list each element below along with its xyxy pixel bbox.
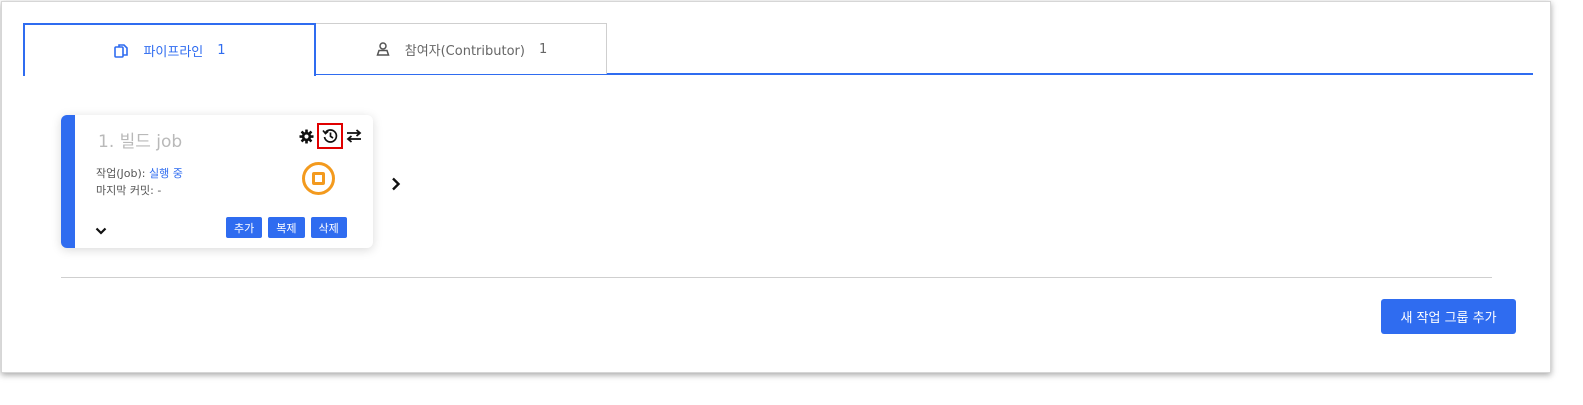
job-status-line: 작업(Job): 실행 중 xyxy=(96,165,183,182)
job-card: 1. 빌드 job 작업(Job): 실행 중 마지막 커밋: - 추가 복제 … xyxy=(61,115,373,248)
tab-contributor[interactable]: 참여자(Contributor) 1 xyxy=(315,23,607,74)
stop-square xyxy=(312,172,325,185)
section-divider xyxy=(61,277,1492,278)
chevron-down-icon[interactable] xyxy=(95,221,109,235)
tab-contributor-count: 1 xyxy=(538,41,548,57)
history-icon[interactable] xyxy=(317,123,343,149)
commit-value: - xyxy=(157,184,162,197)
delete-job-button[interactable]: 삭제 xyxy=(310,217,347,238)
job-tools xyxy=(296,123,364,149)
job-title: 1. 빌드 job xyxy=(98,132,183,152)
tab-pipeline-count: 1 xyxy=(217,43,226,58)
tab-contributor-label: 참여자(Contributor) xyxy=(404,43,525,59)
card-accent-bar xyxy=(61,115,75,248)
swap-icon[interactable] xyxy=(344,126,364,146)
tab-pipeline-label: 파이프라인 xyxy=(143,45,204,60)
gear-icon[interactable] xyxy=(296,126,316,146)
tab-pipeline[interactable]: 파이프라인 1 xyxy=(23,23,316,76)
copy-job-button[interactable]: 복제 xyxy=(268,217,305,238)
user-icon xyxy=(375,41,391,57)
add-job-group-button[interactable]: 새 작업 그룹 추가 xyxy=(1381,299,1516,334)
job-status: 실행 중 xyxy=(149,167,183,180)
chevron-right-icon[interactable] xyxy=(390,176,404,192)
job-label: 작업(Job): xyxy=(96,167,146,180)
stop-circle-icon[interactable] xyxy=(302,162,335,195)
job-info: 작업(Job): 실행 중 마지막 커밋: - xyxy=(96,165,183,199)
last-commit-line: 마지막 커밋: - xyxy=(96,182,183,199)
copy-icon xyxy=(113,43,129,59)
commit-label: 마지막 커밋: xyxy=(96,184,154,197)
add-job-button[interactable]: 추가 xyxy=(226,217,263,238)
job-buttons: 추가 복제 삭제 xyxy=(226,217,347,238)
